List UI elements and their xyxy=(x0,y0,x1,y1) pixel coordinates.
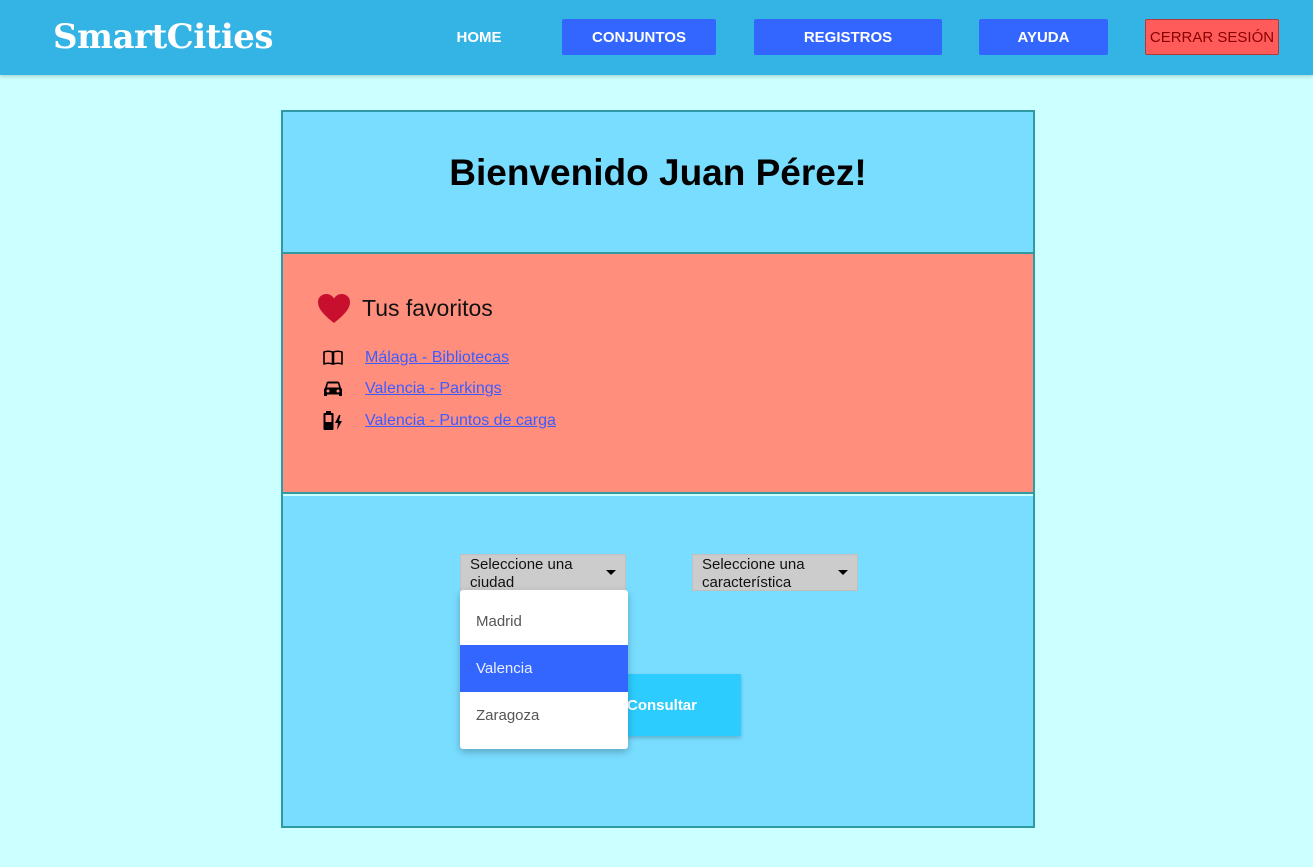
book-icon xyxy=(321,346,345,370)
dropdown-arrow-icon xyxy=(838,570,848,575)
favorite-link-valencia-puntos-de-carga[interactable]: Valencia - Puntos de carga xyxy=(365,412,556,430)
heart-icon xyxy=(318,294,350,323)
favorite-item: Valencia - Parkings xyxy=(321,377,502,401)
favorites-title: Tus favoritos xyxy=(362,295,493,321)
logout-button[interactable]: CERRAR SESIÓN xyxy=(1145,19,1279,55)
welcome-title: Bienvenido Juan Pérez! xyxy=(449,152,867,193)
car-icon xyxy=(321,377,345,401)
brand-logo[interactable]: SmartCities xyxy=(53,14,274,60)
welcome-section: Bienvenido Juan Pérez! xyxy=(283,112,1033,254)
city-option-zaragoza[interactable]: Zaragoza xyxy=(460,692,628,739)
charging-icon xyxy=(321,409,345,433)
favorite-link-malaga-bibliotecas[interactable]: Málaga - Bibliotecas xyxy=(365,349,509,367)
city-option-valencia[interactable]: Valencia xyxy=(460,645,628,692)
city-dropdown-menu: Madrid Valencia Zaragoza xyxy=(460,590,628,749)
dropdown-arrow-icon xyxy=(606,570,616,575)
top-navbar: SmartCities HOME CONJUNTOS REGISTROS AYU… xyxy=(0,0,1313,75)
nav-conjuntos-button[interactable]: CONJUNTOS xyxy=(562,19,716,55)
feature-select-label: Seleccione una característica xyxy=(702,556,805,591)
city-select-label: Seleccione una ciudad xyxy=(470,556,573,591)
favorite-item: Valencia - Puntos de carga xyxy=(321,409,556,433)
nav-registros-button[interactable]: REGISTROS xyxy=(754,19,942,55)
city-option-madrid[interactable]: Madrid xyxy=(460,598,628,645)
favorites-section: Tus favoritos Málaga - Bibliotecas Valen… xyxy=(283,254,1033,494)
nav-home-button[interactable]: HOME xyxy=(438,19,520,55)
main-card: Bienvenido Juan Pérez! Tus favoritos Mál… xyxy=(281,110,1035,828)
city-select[interactable]: Seleccione una ciudad xyxy=(460,554,626,591)
feature-select[interactable]: Seleccione una característica xyxy=(692,554,858,591)
nav-ayuda-button[interactable]: AYUDA xyxy=(979,19,1108,55)
query-section: Seleccione una ciudad Seleccione una car… xyxy=(283,496,1033,826)
favorite-item: Málaga - Bibliotecas xyxy=(321,346,509,370)
favorite-link-valencia-parkings[interactable]: Valencia - Parkings xyxy=(365,380,502,398)
